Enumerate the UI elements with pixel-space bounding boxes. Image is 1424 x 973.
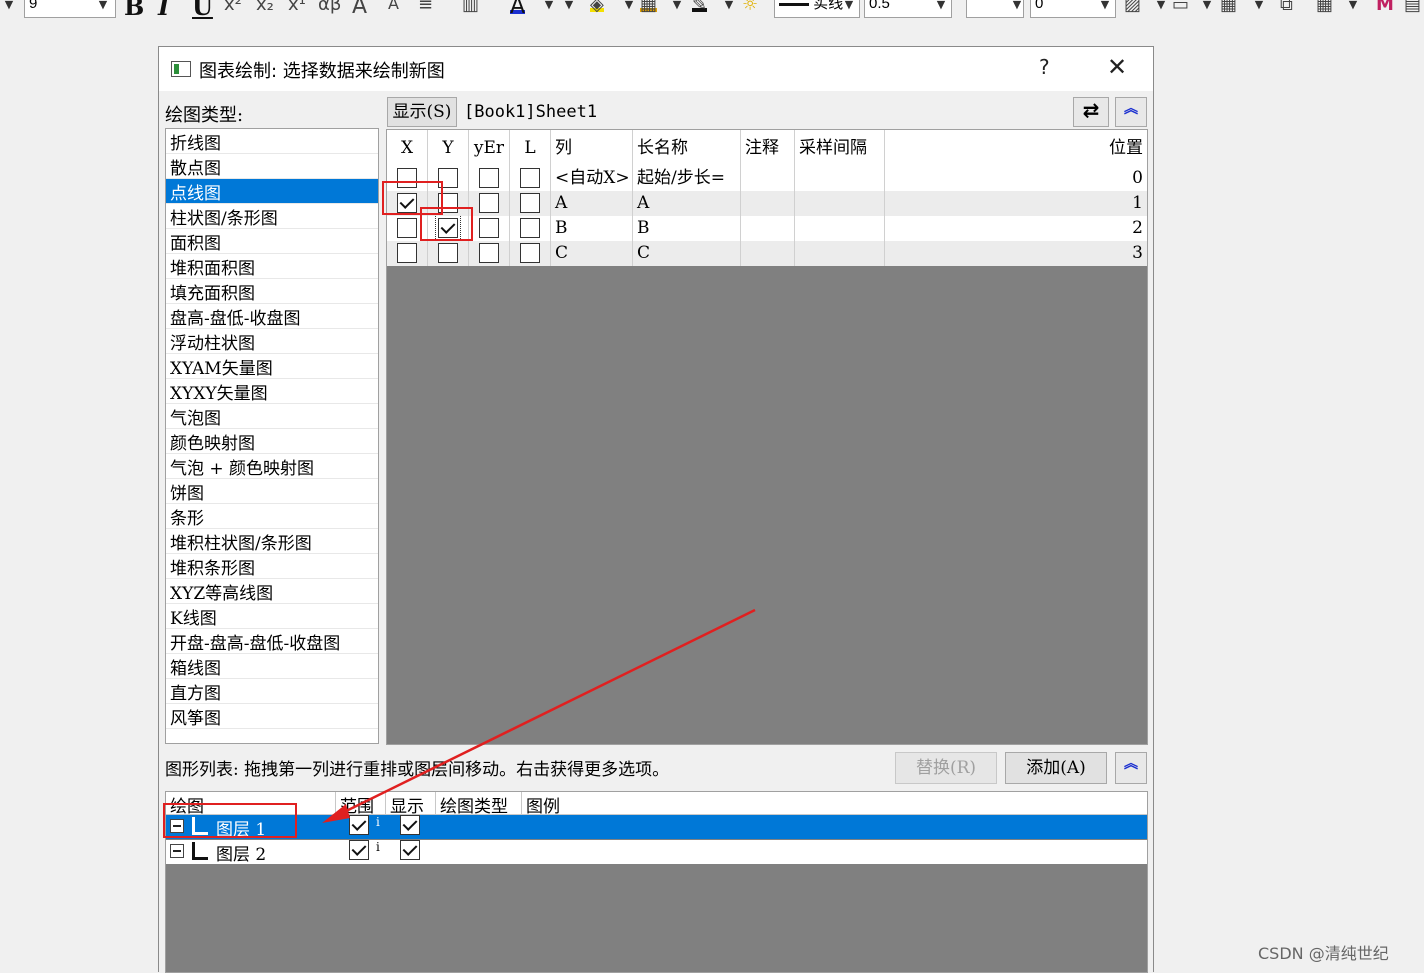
annotation-arrow xyxy=(322,608,756,823)
watermark: CSDN @清纯世纪 xyxy=(1258,944,1389,963)
